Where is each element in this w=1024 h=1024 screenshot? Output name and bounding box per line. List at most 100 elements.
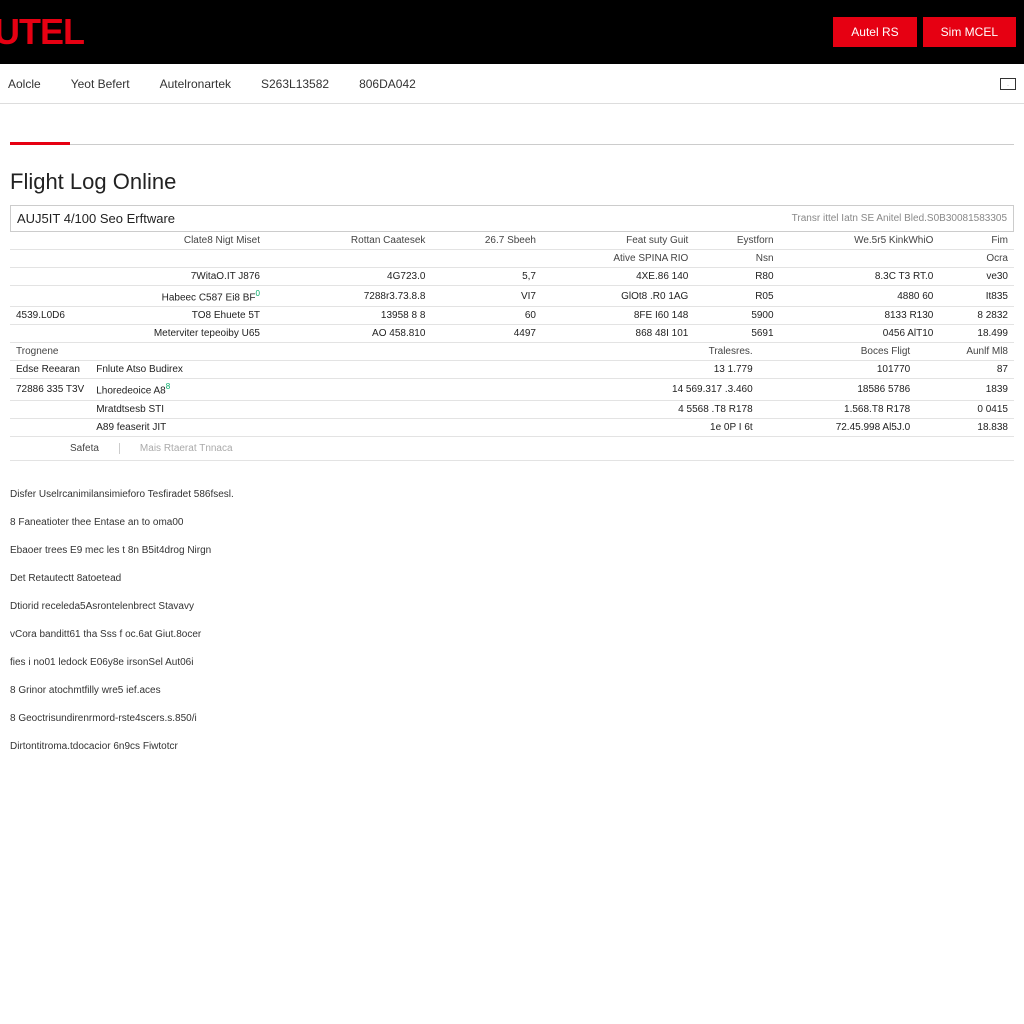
top-button-a[interactable]: Autel RS [833,17,916,47]
cell: Edse Reearan [10,361,90,379]
table-row: 4539.L0D6TO8 Ehuete 5T 13958 8 8608FE I6… [10,307,1014,325]
cell: 13 1.779 [590,361,759,379]
t2-h-c5: Tralesres. [590,343,759,361]
cell: 4880 60 [780,286,940,307]
nav-item-4[interactable]: 806DA042 [359,77,416,91]
cell: R05 [694,286,779,307]
flight-table-2: Trognene Tralesres. Boces Fligt Aunlf Ml… [10,343,1014,436]
cell: 87 [916,361,1014,379]
note-line: Dirtontitroma.tdocacior 6n9cs Fiwtotcr [10,733,1014,761]
t1-h-c6: Eystforn [694,232,779,250]
t1-sh-c5: Ative SPINA RIO [542,250,694,268]
cell: 5,7 [431,268,542,286]
subbar-right: Transr ittel Iatn SE Anitel Bled.S0B3008… [792,213,1007,224]
note-line: Disfer Uselrcanimilansimieforo Tesfirade… [10,481,1014,509]
brand-logo: UTEL [0,11,84,53]
note-line: fies i no01 ledock E06y8e irsonSel Aut06… [10,649,1014,677]
cell: 72.45.998 Al5J.0 [759,418,917,436]
cell: 60 [431,307,542,325]
top-bar: UTEL Autel RS Sim MCEL [0,0,1024,64]
sub-bar: AUJ5IT 4/100 Seo Erftware Transr ittel I… [10,205,1014,232]
subbar-left: AUJ5IT 4/100 Seo Erftware [17,211,175,226]
table-row: 72886 335 T3VLhoredeoice A8814 569.317 .… [10,379,1014,400]
cell: GlOt8 .R0 1AG [542,286,694,307]
cell: 18.499 [939,325,1014,343]
nav-item-1[interactable]: Yeot Befert [71,77,130,91]
cell: 0 0415 [916,400,1014,418]
cell: 5900 [694,307,779,325]
nav-item-0[interactable]: Aolcle [8,77,41,91]
cell: 13958 8 8 [280,307,431,325]
cell: Fnlute Atso Budirex [90,361,270,379]
bottom-col1[interactable]: Safeta [70,443,120,454]
cell: Mratdtsesb STI [90,400,270,418]
cell: 72886 335 T3V [10,379,90,400]
table-row: Habeec C587 Ei8 BF07288r3.73.8.8VI7GlOt8… [10,286,1014,307]
t1-sh-c8: Ocra [939,250,1014,268]
t1-sh-c6: Nsn [694,250,779,268]
cell: 1.568.T8 R178 [759,400,917,418]
note-line: 8 Grinor atochmtfilly wre5 ief.aces [10,677,1014,705]
tab-indicator [10,144,1014,145]
note-line: Ebaoer trees E9 mec les t 8n B5it4drog N… [10,537,1014,565]
cell: 8FE I60 148 [542,307,694,325]
page-title: Flight Log Online [10,169,1014,195]
note-line: vCora banditt61 tha Sss f oc.6at Giut.8o… [10,621,1014,649]
table-row: A89 feaserit JIT1e 0P I 6t72.45.998 Al5J… [10,418,1014,436]
table-row: 7WitaO.IT J8764G723.05,74XE.86 140R808.3… [10,268,1014,286]
cell: 8.3C T3 RT.0 [780,268,940,286]
cell [10,325,80,343]
cell [10,400,90,418]
cell: 18586 5786 [759,379,917,400]
cell: 18.838 [916,418,1014,436]
t1-h-c3: Rottan Caatesek [280,232,431,250]
cell: 8 2832 [939,307,1014,325]
flight-table-1: Clate8 Nigt Miset Rottan Caatesek 26.7 S… [10,232,1014,343]
mail-icon[interactable] [1000,78,1016,90]
cell: Habeec C587 Ei8 BF0 [80,286,280,307]
cell: 5691 [694,325,779,343]
note-line: Det Retautectt 8atoetead [10,565,1014,593]
note-line: Dtiorid receleda5Asrontelenbrect Stavavy [10,593,1014,621]
table-row: Edse ReearanFnlute Atso Budirex 13 1.7791… [10,361,1014,379]
cell: TO8 Ehuete 5T [80,307,280,325]
nav-bar: Aolcle Yeot Befert Autelronartek S263L13… [0,64,1024,104]
cell: 4G723.0 [280,268,431,286]
cell: 14 569.317 .3.460 [590,379,759,400]
t2-h-c1: Trognene [10,343,90,361]
cell: 4497 [431,325,542,343]
note-line: 8 Geoctrisundirenrmord-rste4scers.s.850/… [10,705,1014,733]
nav-item-2[interactable]: Autelronartek [160,77,231,91]
cell [10,268,80,286]
cell: 7WitaO.IT J876 [80,268,280,286]
cell [10,286,80,307]
t2-h-c7: Aunlf Ml8 [916,343,1014,361]
cell: Meterviter tepeoiby U65 [80,325,280,343]
bottom-col2[interactable]: Mais Rtaerat Tnnaca [140,443,233,454]
t1-h-c5: Feat suty Guit [542,232,694,250]
cell: 1e 0P I 6t [590,418,759,436]
t1-h-c2: Clate8 Nigt Miset [80,232,280,250]
cell: AO 458.810 [280,325,431,343]
table-row: Mratdtsesb STI 4 5568 .T8 R1781.568.T8 R1… [10,400,1014,418]
bottom-row: Safeta Mais Rtaerat Tnnaca [10,437,1014,461]
cell: R80 [694,268,779,286]
table-row: Meterviter tepeoiby U65AO 458.8104497868… [10,325,1014,343]
cell: 1839 [916,379,1014,400]
cell: 4XE.86 140 [542,268,694,286]
cell: 4 5568 .T8 R178 [590,400,759,418]
notes-section: Disfer Uselrcanimilansimieforo Tesfirade… [10,481,1014,761]
nav-item-3[interactable]: S263L13582 [261,77,329,91]
t1-h-c7: We.5r5 KinkWhiO [780,232,940,250]
t1-h-c4: 26.7 Sbeeh [431,232,542,250]
top-buttons: Autel RS Sim MCEL [833,17,1016,47]
top-button-b[interactable]: Sim MCEL [923,17,1016,47]
cell: 868 48I 101 [542,325,694,343]
cell: 101770 [759,361,917,379]
cell: It835 [939,286,1014,307]
cell [10,418,90,436]
t2-h-c2 [90,343,270,361]
t1-h-c1 [10,232,80,250]
cell: 4539.L0D6 [10,307,80,325]
cell: VI7 [431,286,542,307]
